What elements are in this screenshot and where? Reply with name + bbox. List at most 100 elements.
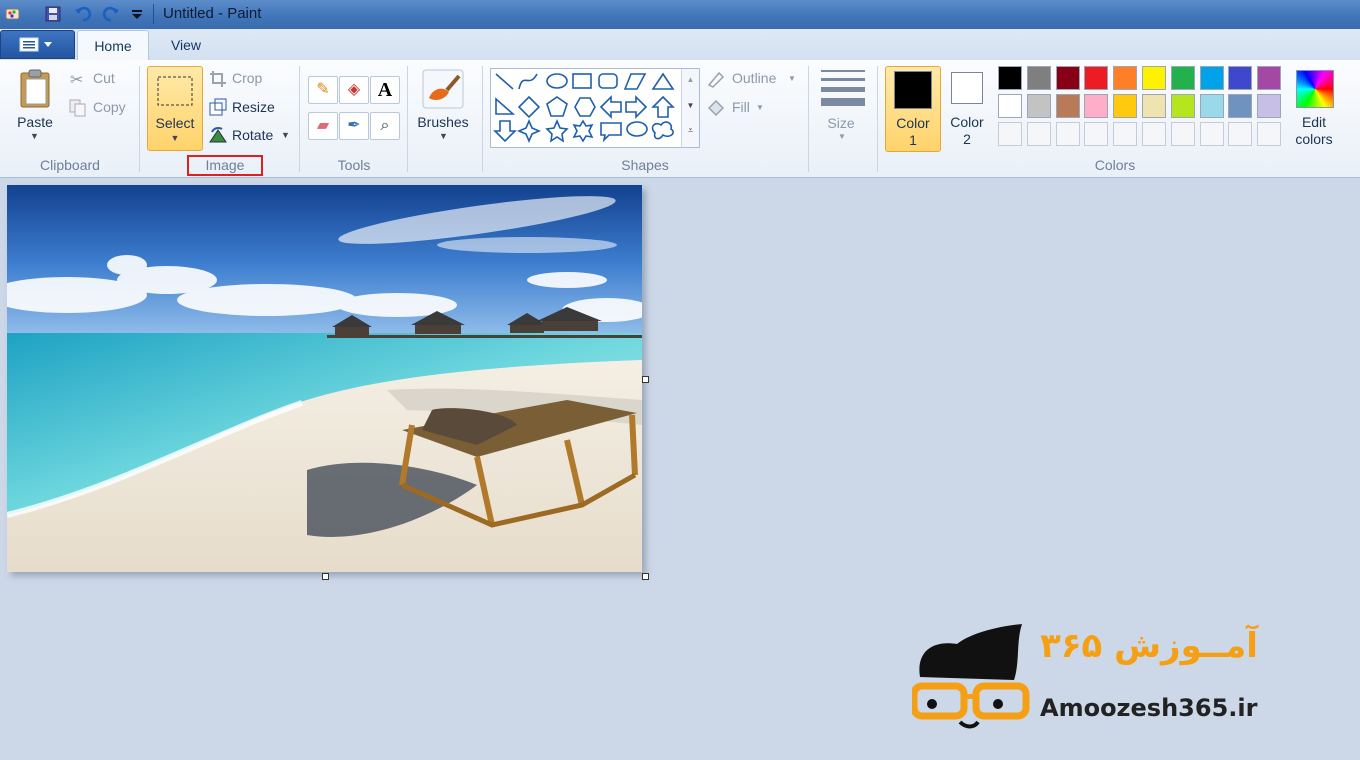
custom-color-slot[interactable] [998, 122, 1022, 146]
tab-view[interactable]: View [152, 30, 220, 60]
palette-swatch[interactable] [1199, 66, 1224, 90]
color-picker-tool[interactable]: ✒ [339, 112, 369, 140]
eraser-tool[interactable]: ▰ [308, 112, 338, 140]
custom-color-slot[interactable] [1257, 122, 1282, 146]
clipboard-group-label: Clipboard [40, 157, 100, 173]
paint-menu-button[interactable] [0, 30, 75, 59]
fill-tool[interactable]: ◈ [339, 76, 369, 104]
paint-app-icon[interactable] [4, 5, 22, 23]
colors-group-label: Colors [1094, 157, 1136, 173]
custom-color-slot[interactable] [1055, 122, 1080, 146]
palette-swatch[interactable] [1257, 94, 1282, 118]
palette-swatch[interactable] [1055, 94, 1080, 118]
color-2-button[interactable]: Color 2 [942, 114, 992, 148]
paste-icon[interactable] [18, 68, 54, 110]
resize-icon [209, 98, 227, 116]
brushes-dropdown-icon[interactable]: ▼ [439, 131, 448, 141]
size-button[interactable]: Size [813, 115, 869, 131]
custom-color-slot[interactable] [1199, 122, 1224, 146]
palette-swatch[interactable] [1055, 66, 1080, 90]
size-dropdown-icon[interactable]: ▼ [838, 132, 846, 141]
color-1-button[interactable]: Color 1 [885, 66, 941, 152]
pencil-tool[interactable]: ✎ [308, 76, 338, 104]
select-dropdown-icon[interactable]: ▼ [148, 133, 202, 143]
magnifier-tool[interactable]: ⌕ [370, 112, 400, 140]
brushes-icon[interactable] [421, 68, 465, 110]
color-1-label: Color 1 [896, 115, 930, 148]
color-1-swatch [894, 71, 932, 109]
palette-swatch[interactable] [1142, 66, 1166, 90]
gallery-expand-icon[interactable]: ⩡ [682, 125, 699, 136]
paint-menu-icon [19, 37, 52, 52]
paste-dropdown-icon[interactable]: ▼ [30, 131, 39, 141]
custom-color-slot[interactable] [1170, 122, 1195, 146]
brushes-button[interactable]: Brushes [413, 114, 473, 130]
watermark-persian-title: آمــوزش ۳۶۵ [1040, 626, 1258, 666]
resize-handle-corner[interactable] [642, 573, 649, 580]
palette-swatch[interactable] [1257, 66, 1282, 90]
crop-button[interactable]: Crop [232, 70, 262, 86]
palette-swatch[interactable] [1026, 94, 1051, 118]
group-separator [877, 66, 878, 172]
palette-swatch[interactable] [1170, 94, 1195, 118]
custom-color-slot[interactable] [1113, 122, 1138, 146]
shapes-scrollbar[interactable]: ▲ ▼ ⩡ [681, 69, 699, 147]
rotate-dropdown-icon[interactable]: ▼ [281, 130, 290, 140]
save-icon[interactable] [44, 5, 62, 23]
select-button[interactable]: Select ▼ [147, 66, 203, 151]
custom-color-slot[interactable] [1228, 122, 1253, 146]
paste-button[interactable]: Paste [10, 114, 60, 130]
window-title: Untitled - Paint [163, 5, 262, 22]
title-bar: Untitled - Paint [0, 0, 1360, 29]
fill-icon [707, 99, 725, 116]
palette-swatch[interactable] [1228, 94, 1253, 118]
outline-dropdown-icon[interactable]: ▼ [788, 74, 796, 83]
edit-colors-icon[interactable] [1296, 70, 1334, 108]
text-tool[interactable]: A [370, 76, 400, 104]
quick-access-dropdown-icon[interactable] [128, 5, 146, 23]
palette-swatch[interactable] [1170, 66, 1195, 90]
palette-swatch[interactable] [1228, 66, 1253, 90]
shapes-gallery[interactable]: ▲ ▼ ⩡ [490, 68, 700, 148]
group-separator [299, 66, 300, 172]
custom-color-slot[interactable] [1142, 122, 1166, 146]
cut-button[interactable]: Cut [93, 70, 115, 86]
palette-swatch[interactable] [1199, 94, 1224, 118]
fill-dropdown-icon[interactable]: ▼ [756, 103, 764, 112]
scroll-down-icon[interactable]: ▼ [682, 101, 699, 110]
tools-group-label: Tools [337, 157, 371, 173]
outline-button[interactable]: Outline [732, 70, 776, 86]
palette-swatch[interactable] [1026, 66, 1051, 90]
group-separator [482, 66, 483, 172]
palette-swatch[interactable] [1084, 66, 1109, 90]
group-separator [139, 66, 140, 172]
resize-handle-right[interactable] [642, 376, 649, 383]
group-separator [808, 66, 809, 172]
select-label: Select [155, 115, 195, 131]
copy-button[interactable]: Copy [93, 99, 126, 115]
beach-photo-canvas[interactable] [7, 185, 642, 572]
tab-home[interactable]: Home [77, 30, 149, 61]
color-2-swatch[interactable] [951, 72, 983, 104]
custom-color-slot[interactable] [1084, 122, 1109, 146]
fill-button[interactable]: Fill [732, 99, 750, 115]
palette-swatch[interactable] [1142, 94, 1166, 118]
size-icon[interactable] [821, 70, 865, 106]
beach-image [7, 185, 642, 572]
resize-button[interactable]: Resize [232, 99, 275, 115]
resize-handle-bottom[interactable] [322, 573, 329, 580]
scroll-up-icon[interactable]: ▲ [682, 75, 699, 84]
palette-swatch[interactable] [998, 66, 1022, 90]
palette-swatch[interactable] [1113, 94, 1138, 118]
redo-icon[interactable] [102, 5, 120, 23]
select-icon [157, 76, 193, 106]
palette-swatch[interactable] [998, 94, 1022, 118]
palette-swatch[interactable] [1113, 66, 1138, 90]
rotate-button[interactable]: Rotate [232, 127, 273, 143]
watermark-site: Amoozesh365.ir [1040, 694, 1258, 722]
edit-colors-button[interactable]: Edit colors [1288, 114, 1340, 148]
rotate-icon [209, 126, 227, 143]
undo-icon[interactable] [74, 5, 92, 23]
custom-color-slot[interactable] [1026, 122, 1051, 146]
palette-swatch[interactable] [1084, 94, 1109, 118]
